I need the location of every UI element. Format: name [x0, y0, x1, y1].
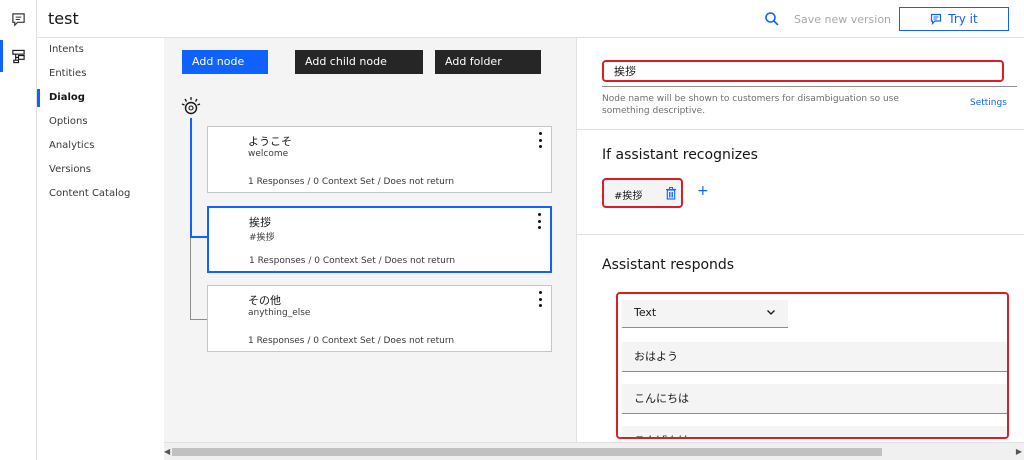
assistant-root-icon: [181, 97, 201, 115]
workspace-title: test: [48, 9, 79, 28]
save-new-version-button[interactable]: Save new version: [794, 13, 891, 26]
recognizes-section-title: If assistant recognizes: [602, 147, 758, 163]
node-condition: anything_else: [248, 308, 311, 318]
dialog-node-greeting[interactable]: 挨拶 #挨拶 1 Responses / 0 Context Set / Doe…: [207, 206, 552, 273]
response-variation-input[interactable]: おはよう: [622, 342, 1007, 372]
add-child-node-button[interactable]: Add child node: [295, 50, 423, 74]
node-menu-icon[interactable]: [534, 213, 544, 229]
nav-item-options[interactable]: Options: [37, 112, 164, 132]
nav-item-content-catalog[interactable]: Content Catalog: [37, 184, 164, 204]
nav-item-analytics[interactable]: Analytics: [37, 136, 164, 156]
node-condition: welcome: [248, 149, 289, 159]
add-folder-button[interactable]: Add folder: [435, 50, 541, 74]
tree-connector: [190, 236, 207, 238]
nav-item-dialog[interactable]: Dialog: [37, 88, 164, 108]
chat-icon: [12, 12, 25, 27]
section-divider: [577, 234, 1024, 235]
scrollbar-thumb[interactable]: [172, 448, 882, 456]
node-title: その他: [248, 294, 281, 307]
response-type-dropdown[interactable]: Text: [622, 300, 788, 328]
chevron-down-icon: [767, 310, 775, 315]
node-condition: #挨拶: [249, 233, 275, 243]
tree-connector: [190, 118, 192, 238]
side-navigation: Intents Entities Dialog Options Analytic…: [37, 38, 164, 460]
left-rail: [0, 0, 37, 460]
scroll-left-icon[interactable]: ◀: [164, 447, 170, 456]
horizontal-scrollbar[interactable]: ◀ ▶: [164, 442, 1024, 460]
node-summary: 1 Responses / 0 Context Set / Does not r…: [249, 256, 456, 266]
node-title: ようこそ: [248, 135, 292, 148]
node-name-underline: [602, 86, 1017, 87]
responds-section-title: Assistant responds: [602, 257, 735, 273]
condition-text: #挨拶: [614, 191, 643, 202]
add-condition-button[interactable]: +: [697, 183, 709, 199]
node-menu-icon[interactable]: [535, 132, 545, 148]
dialog-node-anything-else[interactable]: その他 anything_else 1 Responses / 0 Contex…: [207, 285, 552, 352]
condition-chip[interactable]: #挨拶: [602, 178, 683, 208]
try-it-button[interactable]: Try it: [899, 7, 1009, 31]
node-editor-panel: Node name will be shown to customers for…: [576, 38, 1024, 442]
node-name-input[interactable]: [602, 60, 1004, 82]
response-editor: Text おはよう こんにちは こんばんは: [616, 292, 1009, 439]
tree-connector: [190, 238, 191, 320]
nav-item-intents[interactable]: Intents: [37, 40, 164, 60]
node-name-hint: Node name will be shown to customers for…: [602, 94, 899, 116]
node-summary: 1 Responses / 0 Context Set / Does not r…: [248, 177, 455, 187]
tree-connector: [190, 319, 207, 320]
tree-structure-icon: [12, 49, 25, 63]
node-menu-icon[interactable]: [535, 291, 545, 307]
top-bar: test Save new version Try it: [0, 0, 1024, 38]
scroll-right-icon[interactable]: ▶: [1016, 447, 1022, 456]
section-divider: [577, 129, 1024, 130]
trash-icon[interactable]: [665, 187, 677, 200]
settings-link[interactable]: Settings: [970, 98, 1007, 108]
dialog-node-welcome[interactable]: ようこそ welcome 1 Responses / 0 Context Set…: [207, 126, 552, 193]
nav-item-versions[interactable]: Versions: [37, 160, 164, 180]
rail-dialog-tree-button[interactable]: [0, 38, 37, 74]
nav-item-entities[interactable]: Entities: [37, 64, 164, 84]
try-it-label: Try it: [948, 12, 978, 26]
response-type-value: Text: [634, 306, 657, 319]
response-variation-input[interactable]: こんにちは: [622, 384, 1007, 414]
dialog-canvas: Add node Add child node Add folder ようこそ …: [164, 38, 576, 442]
chat-bubble-icon: [931, 13, 942, 25]
node-summary: 1 Responses / 0 Context Set / Does not r…: [248, 336, 455, 346]
rail-chat-button[interactable]: [0, 1, 37, 37]
response-variation-input[interactable]: こんばんは: [622, 426, 1007, 437]
search-icon[interactable]: [764, 11, 780, 27]
node-title: 挨拶: [249, 216, 271, 229]
add-node-button[interactable]: Add node: [182, 50, 268, 74]
